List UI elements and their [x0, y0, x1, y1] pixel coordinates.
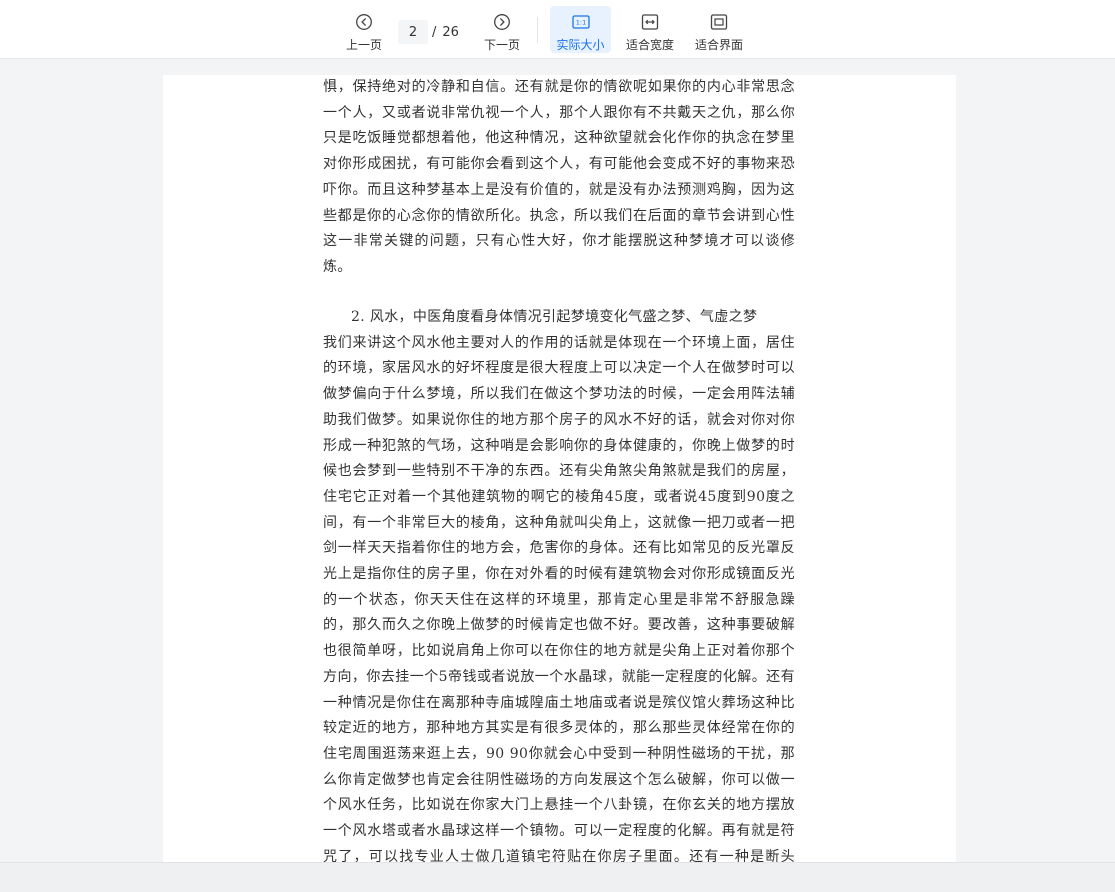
fit-page-button[interactable]: 适合界面 — [689, 6, 749, 53]
current-page-input[interactable] — [398, 20, 428, 44]
document-paragraph: 惧，保持绝对的冷静和自信。还有就是你的情欲呢如果你的内心非常思念一个人，又或者说… — [323, 75, 795, 281]
document-viewer[interactable]: 惧，保持绝对的冷静和自信。还有就是你的情欲呢如果你的内心非常思念一个人，又或者说… — [0, 60, 1115, 862]
actual-size-icon-text: 1:1 — [575, 19, 585, 27]
reader-toolbar: 上一页 / 26 下一页 1:1 实际大小 适合宽度 — [0, 0, 1115, 59]
prev-page-label: 上一页 — [345, 38, 382, 52]
toolbar-divider — [537, 17, 538, 43]
chevron-right-circle-icon — [494, 14, 510, 30]
page-indicator: / 26 — [398, 20, 468, 44]
status-bar — [0, 862, 1115, 892]
document-section: 2. 风水，中医角度看身体情况引起梦境变化气盛之梦、气虚之梦 我们来讲这个风水他… — [323, 305, 795, 862]
actual-size-button[interactable]: 1:1 实际大小 — [550, 6, 611, 53]
section-heading: 2. 风水，中医角度看身体情况引起梦境变化气盛之梦、气虚之梦 — [351, 309, 758, 325]
fit-page-icon — [710, 14, 728, 30]
next-page-button[interactable]: 下一页 — [481, 6, 523, 53]
fit-width-button[interactable]: 适合宽度 — [620, 6, 680, 53]
chevron-left-circle-icon — [356, 14, 372, 30]
fit-width-icon — [641, 14, 659, 30]
fit-page-label: 适合界面 — [694, 38, 743, 52]
paragraph-text: 我们来讲这个风水他主要对人的作用的话就是体现在一个环境上面，居住的环境，家居风水… — [323, 334, 795, 862]
next-page-label: 下一页 — [483, 38, 520, 52]
fit-width-label: 适合宽度 — [625, 38, 674, 52]
actual-size-icon: 1:1 — [571, 15, 590, 29]
prev-page-button[interactable]: 上一页 — [343, 6, 385, 53]
document-page: 惧，保持绝对的冷静和自信。还有就是你的情欲呢如果你的内心非常思念一个人，又或者说… — [163, 75, 956, 862]
actual-size-label: 实际大小 — [556, 38, 605, 52]
page-separator: / — [432, 24, 437, 40]
total-pages: 26 — [442, 24, 459, 40]
paragraph-text: 惧，保持绝对的冷静和自信。还有就是你的情欲呢如果你的内心非常思念一个人，又或者说… — [323, 79, 795, 275]
